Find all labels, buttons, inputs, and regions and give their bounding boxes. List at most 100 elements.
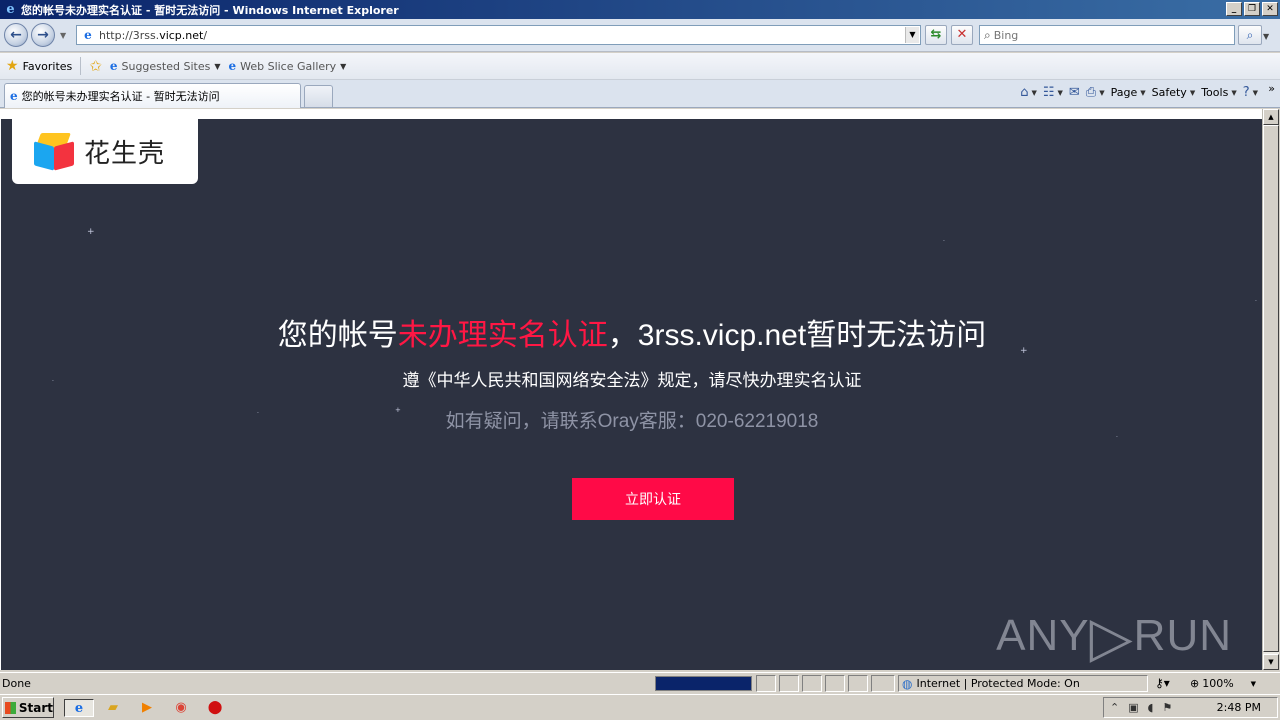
taskbar: Start e ▰ ▶ ◉ ⬤ ⌃ ▣ ◖ ⚑ 2:48 PM	[0, 694, 1280, 720]
page-menu-label: Page	[1110, 86, 1138, 99]
site-logo[interactable]: 花生壳	[12, 119, 198, 184]
page-content: 花生壳 + · + · · · + · 您的帐号未办理实名认证，3rss.vic…	[0, 109, 1262, 670]
taskbar-ie-button[interactable]: e	[64, 699, 94, 717]
command-bar: ⌂ ▼ ☷ ▼ ✉ ⎙ ▼ Page ▼ Safety ▼ Tools ▼ ? ▼	[1020, 85, 1258, 100]
chrome-icon[interactable]: ◉	[171, 699, 191, 717]
print-button[interactable]: ⎙ ▼	[1086, 85, 1105, 100]
more-commands-icon[interactable]: »	[1268, 82, 1275, 95]
chevron-down-icon: ▼	[214, 61, 221, 71]
chevron-down-icon: ▼	[1140, 88, 1146, 97]
search-box[interactable]: ⌕	[979, 25, 1235, 45]
progress-fill	[656, 677, 751, 690]
home-button[interactable]: ⌂ ▼	[1020, 85, 1037, 100]
start-label: Start	[18, 700, 53, 715]
tools-menu-label: Tools	[1201, 86, 1229, 99]
taskbar-clock[interactable]: 2:48 PM	[1217, 701, 1261, 714]
ie-page-icon: e	[109, 59, 118, 73]
minimize-button[interactable]: _	[1226, 2, 1242, 16]
search-input[interactable]	[993, 28, 1214, 42]
suggested-sites-label: Suggested Sites	[121, 59, 211, 73]
address-bar[interactable]: e http://3rss.vicp.net/ ▼	[76, 25, 921, 45]
feeds-button[interactable]: ☷ ▼	[1043, 85, 1063, 100]
star-decoration: ·	[943, 238, 945, 245]
search-icon: ⌕	[984, 27, 991, 42]
search-options-dropdown-icon[interactable]: ▼	[1263, 32, 1269, 41]
protected-mode-icon[interactable]: ⚷▾	[1155, 676, 1170, 690]
window-title: 您的帐号未办理实名认证 - 暂时无法访问 - Windows Internet …	[21, 3, 399, 17]
read-mail-button[interactable]: ✉	[1069, 85, 1080, 100]
stop-app-icon[interactable]: ⬤	[205, 699, 225, 717]
verify-now-button[interactable]: 立即认证	[572, 478, 734, 520]
status-cell	[756, 675, 776, 692]
rss-icon: ☷	[1042, 85, 1055, 100]
printer-icon: ⎙	[1085, 85, 1097, 100]
star-decoration: +	[87, 227, 95, 237]
safety-menu[interactable]: Safety ▼	[1152, 86, 1196, 99]
web-slice-gallery-link[interactable]: e Web Slice Gallery ▼	[228, 59, 346, 73]
recent-pages-dropdown-icon[interactable]: ▼	[60, 31, 66, 40]
page-load-progress	[655, 676, 752, 691]
scroll-up-button[interactable]: ▲	[1263, 109, 1279, 125]
star-decoration: ·	[1116, 434, 1118, 441]
back-button[interactable]: ←	[4, 23, 28, 47]
zoom-control[interactable]: ⊕ 100% ▼	[1190, 677, 1256, 690]
status-cell	[802, 675, 822, 692]
suggested-sites-link[interactable]: e Suggested Sites ▼	[110, 59, 221, 73]
favorites-bar: ★ Favorites ✩ e Suggested Sites ▼ e Web …	[0, 53, 1280, 80]
status-cell	[848, 675, 868, 692]
maximize-button[interactable]: ❐	[1244, 2, 1260, 16]
add-to-favorites-bar-icon[interactable]: ✩	[89, 57, 102, 75]
status-text: Done	[2, 677, 31, 690]
search-go-button[interactable]: ⌕	[1238, 25, 1262, 45]
chevron-down-icon: ▼	[340, 61, 347, 71]
safety-menu-label: Safety	[1151, 86, 1187, 99]
cube-logo-icon	[32, 130, 76, 174]
tools-menu[interactable]: Tools ▼	[1201, 86, 1237, 99]
scroll-thumb[interactable]	[1263, 125, 1279, 652]
window-controls: _ ❐ ✕	[1226, 2, 1278, 16]
action-center-flag-icon[interactable]: ⚑	[1162, 701, 1172, 714]
system-tray: ⌃ ▣ ◖ ⚑ 2:48 PM	[1103, 697, 1278, 718]
status-bar: Done ◍ Internet | Protected Mode: On ⚷▾ …	[0, 672, 1280, 694]
address-url[interactable]: http://3rss.vicp.net/	[99, 29, 207, 42]
help-menu[interactable]: ? ▼	[1243, 85, 1258, 100]
status-cell	[871, 675, 895, 692]
scroll-down-button[interactable]: ▼	[1263, 654, 1279, 670]
tab-row: e 您的帐号未办理实名认证 - 暂时无法访问 ⌂ ▼ ☷ ▼ ✉ ⎙ ▼ Page ▼ …	[0, 80, 1280, 108]
new-tab-button[interactable]	[304, 85, 333, 107]
tray-expand-icon[interactable]: ⌃	[1110, 701, 1119, 714]
favorites-button[interactable]: ★ Favorites	[6, 58, 72, 74]
chevron-down-icon: ▼	[1231, 88, 1237, 97]
status-cell	[825, 675, 845, 692]
zoom-level: 100%	[1202, 677, 1234, 690]
anyrun-watermark: ANY▷RUN	[996, 605, 1232, 668]
chevron-down-icon: ▼	[1252, 88, 1258, 97]
headline-highlight: 未办理实名认证	[397, 319, 608, 352]
vertical-scrollbar[interactable]: ▲ ▼	[1262, 109, 1279, 670]
volume-icon[interactable]: ◖	[1148, 701, 1154, 714]
contact-info: 如有疑问，请联系Oray客服：020-62219018	[445, 411, 819, 432]
globe-icon: ◍	[902, 676, 913, 691]
help-icon: ?	[1242, 85, 1250, 100]
security-zone[interactable]: ◍ Internet | Protected Mode: On	[898, 675, 1148, 692]
stop-button[interactable]: ✕	[951, 25, 973, 45]
zoom-icon: ⊕	[1190, 677, 1200, 690]
home-icon: ⌂	[1020, 85, 1029, 100]
ie-page-icon: e	[228, 59, 237, 73]
refresh-button[interactable]: ⇆	[925, 25, 947, 45]
address-dropdown-icon[interactable]: ▼	[905, 27, 919, 43]
close-button[interactable]: ✕	[1262, 2, 1278, 16]
explorer-folder-icon[interactable]: ▰	[103, 699, 123, 717]
window-title-bar: e 您的帐号未办理实名认证 - 暂时无法访问 - Windows Interne…	[0, 0, 1280, 19]
media-player-icon[interactable]: ▶	[137, 699, 157, 717]
tab-current-page[interactable]: e 您的帐号未办理实名认证 - 暂时无法访问	[4, 83, 301, 108]
network-icon[interactable]: ▣	[1128, 701, 1138, 714]
page-menu[interactable]: Page ▼	[1111, 86, 1146, 99]
chevron-down-icon: ▼	[1099, 88, 1105, 97]
forward-button[interactable]: →	[31, 23, 55, 47]
headline-part2: ，3rss.vicp.net暂时无法访问	[607, 319, 987, 352]
chevron-down-icon: ▼	[1189, 88, 1196, 97]
chevron-down-icon: ▼	[1031, 88, 1037, 97]
start-button[interactable]: Start	[2, 697, 54, 718]
mail-icon: ✉	[1068, 85, 1080, 100]
